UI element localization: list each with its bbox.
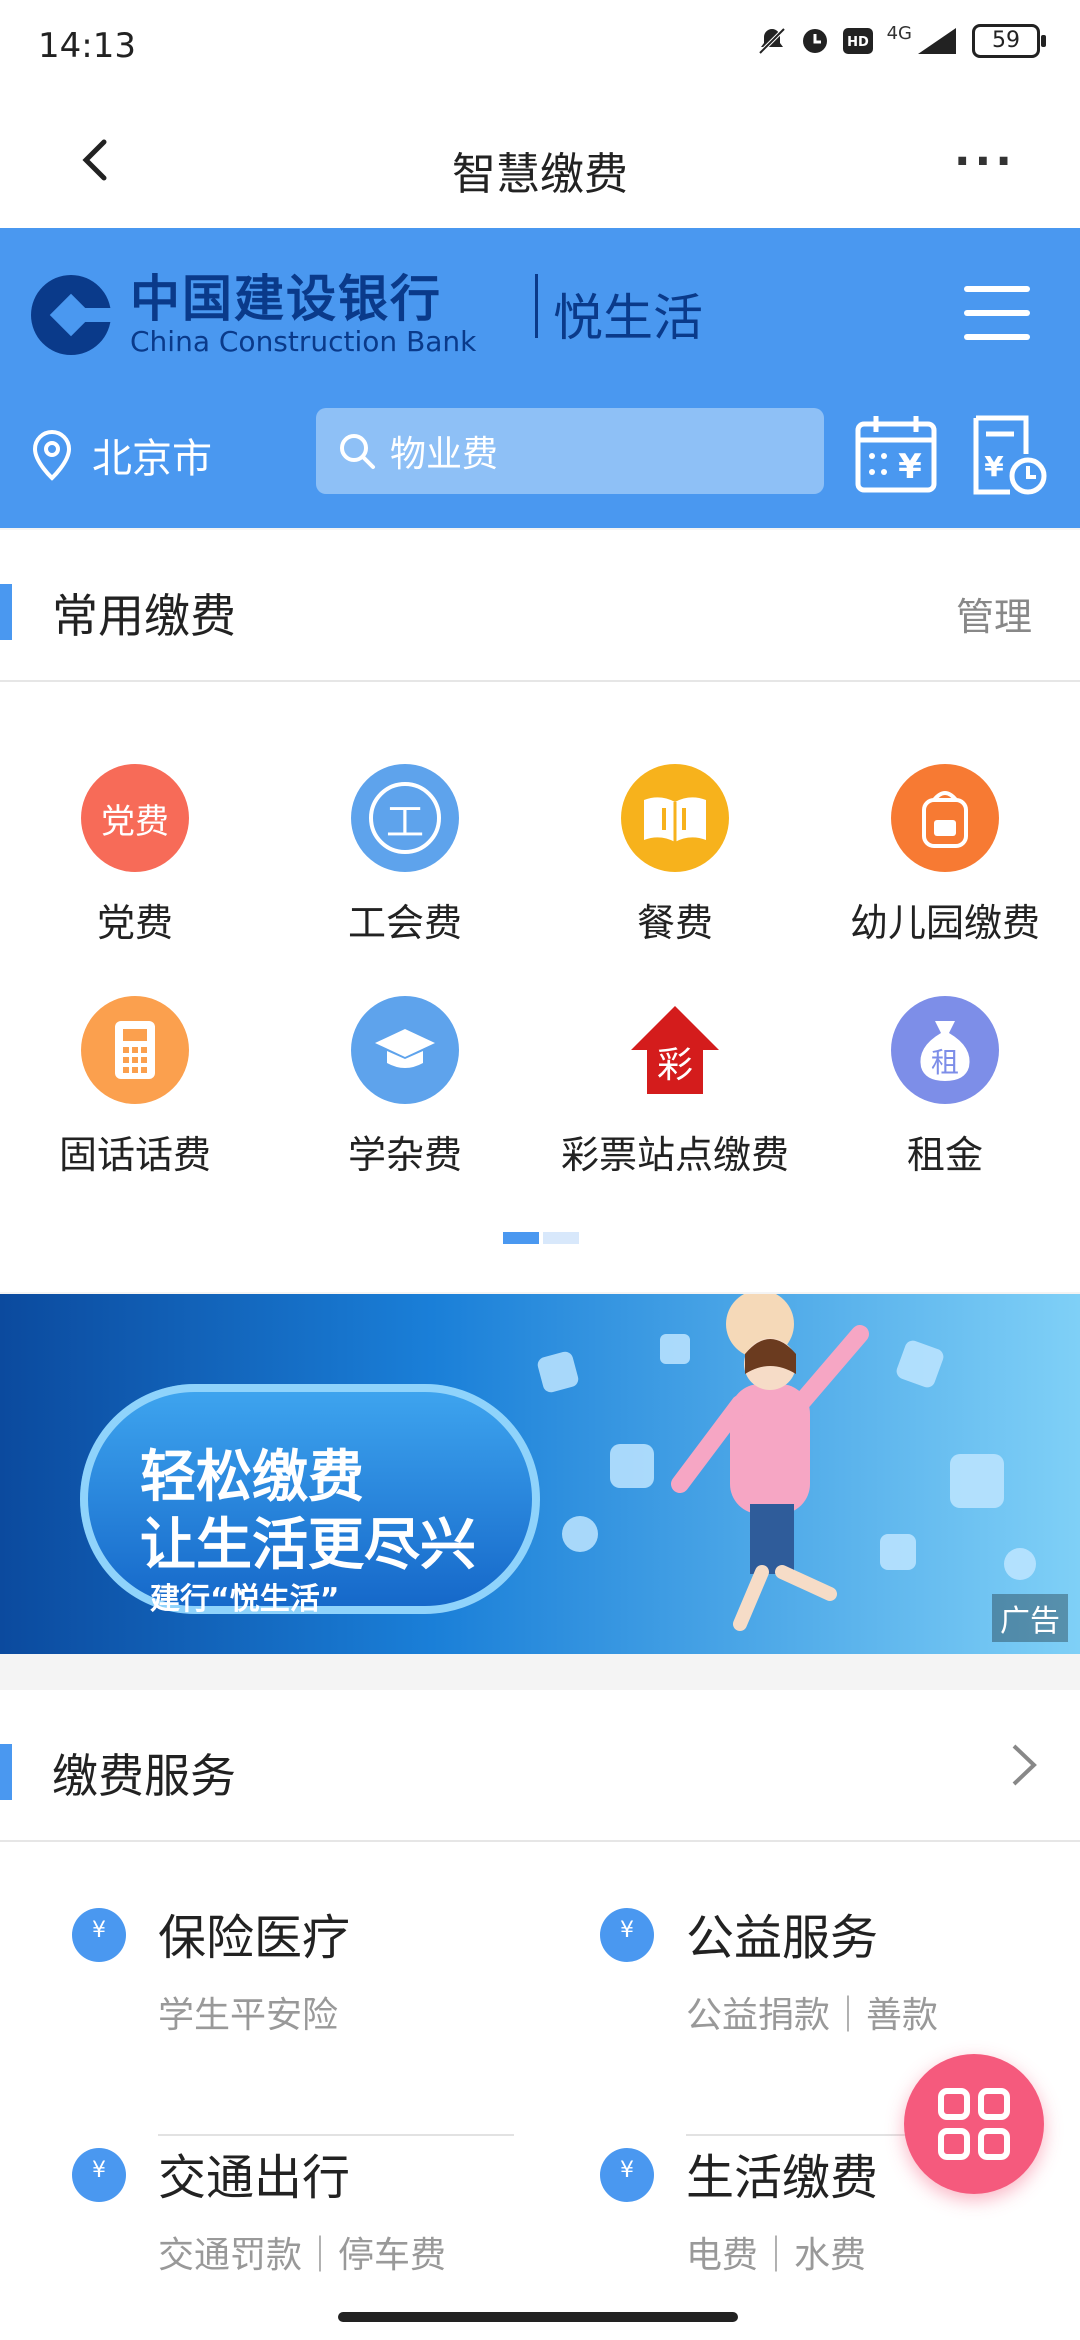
- service-icon: [72, 2148, 126, 2202]
- search-bar[interactable]: 物业费: [316, 408, 824, 494]
- grid-item-kindergarten-fee[interactable]: 幼儿园缴费: [810, 764, 1080, 947]
- service-insurance-medical[interactable]: 保险医疗 学生平安险: [72, 1898, 514, 2158]
- grid-item-meal-fee[interactable]: 餐费: [540, 764, 810, 947]
- party-fee-icon: 党费: [81, 764, 189, 872]
- service-icon: [72, 1908, 126, 1962]
- banner-headline-2: 让生活更尽兴: [140, 1513, 476, 1578]
- lottery-icon: 彩: [621, 996, 729, 1104]
- signal-icon: [918, 28, 956, 54]
- grid-item-rent[interactable]: 租 租金: [810, 996, 1080, 1179]
- meal-fee-icon: [621, 764, 729, 872]
- bank-logo: 中国建设银行 China Construction Bank: [30, 272, 476, 358]
- status-time: 14:13: [38, 26, 136, 66]
- bank-header: 中国建设银行 China Construction Bank 悦生活 北京市 物…: [0, 228, 1080, 528]
- page-indicator: [503, 1232, 579, 1244]
- status-icons: HD 4G 59: [757, 22, 1046, 58]
- section-title: 常用缴费: [52, 589, 236, 643]
- service-subtitle: 电费｜水费: [686, 2235, 867, 2276]
- grid-item-label: 餐费: [636, 901, 713, 945]
- menu-icon[interactable]: [964, 286, 1030, 346]
- page-dot-active: [503, 1232, 539, 1244]
- grid-item-label: 租金: [906, 1133, 983, 1177]
- chevron-right-icon[interactable]: [1004, 1740, 1044, 1790]
- ccb-logo-icon: [31, 275, 112, 355]
- landline-icon: [81, 996, 189, 1104]
- section-title: 缴费服务: [52, 1749, 236, 1803]
- svg-text:¥: ¥: [898, 447, 922, 487]
- payment-calendar-icon[interactable]: ¥: [854, 414, 938, 494]
- grid-item-label: 党费: [96, 901, 173, 945]
- section-accent-bar: [0, 584, 12, 640]
- payment-services-header[interactable]: 缴费服务: [0, 1690, 1080, 1842]
- location-pin-icon: [32, 429, 72, 481]
- page-dot: [543, 1232, 579, 1244]
- section-accent-bar: [0, 1744, 12, 1800]
- payment-history-icon[interactable]: ¥: [970, 414, 1050, 498]
- grid-apps-icon: [938, 2088, 1010, 2160]
- service-icon: [600, 2148, 654, 2202]
- promo-banner[interactable]: 轻松缴费 让生活更尽兴 建行“悦生活” 广告: [0, 1294, 1080, 1654]
- svg-text:HD: HD: [847, 35, 869, 50]
- search-icon: [340, 434, 375, 469]
- kindergarten-icon: [891, 764, 999, 872]
- more-options-button[interactable]: ···: [954, 136, 1016, 187]
- city-label: 北京市: [92, 436, 212, 482]
- grid-item-union-fee[interactable]: 工 工会费: [270, 764, 540, 947]
- home-indicator[interactable]: [338, 2312, 738, 2322]
- network-label: 4G: [886, 22, 912, 44]
- common-payments-header: 常用缴费 管理: [0, 530, 1080, 682]
- tuition-icon: [351, 996, 459, 1104]
- grid-item-landline-fee[interactable]: 固话话费: [0, 996, 270, 1179]
- alarm-icon: [802, 29, 827, 53]
- banner-subtitle: 建行“悦生活”: [150, 1582, 340, 1617]
- grid-item-label: 幼儿园缴费: [849, 901, 1040, 945]
- service-subtitle: 公益捐款｜善款: [686, 1995, 939, 2036]
- bank-name-en: China Construction Bank: [130, 325, 477, 358]
- grid-item-label: 工会费: [347, 901, 462, 945]
- floating-apps-button[interactable]: [904, 2054, 1044, 2194]
- hd-icon: HD: [842, 28, 873, 54]
- search-placeholder: 物业费: [390, 434, 499, 475]
- mute-icon: [758, 27, 786, 55]
- service-icon: [600, 1908, 654, 1962]
- service-title: 公益服务: [686, 1910, 879, 1966]
- page-title: 智慧缴费: [452, 149, 628, 200]
- service-subtitle: 学生平安险: [158, 1995, 339, 2036]
- brand-name: 悦生活: [553, 289, 703, 347]
- common-payments-grid: 党费 党费 工 工会费 餐费 幼儿园缴费 固话话费 学杂费 彩 彩票站点缴费 租…: [0, 682, 1080, 1292]
- logo-divider: [535, 274, 538, 338]
- service-title: 保险医疗: [158, 1910, 351, 1966]
- rent-icon: 租: [891, 996, 999, 1104]
- service-subtitle: 交通罚款｜停车费: [158, 2235, 447, 2276]
- union-fee-icon: 工: [351, 764, 459, 872]
- battery-icon: 59: [972, 24, 1046, 58]
- bank-name-cn: 中国建设银行: [130, 270, 442, 328]
- service-transportation[interactable]: 交通出行 交通罚款｜停车费: [72, 2138, 472, 2318]
- manage-button[interactable]: 管理: [956, 586, 1032, 641]
- grid-item-label: 学杂费: [347, 1133, 462, 1177]
- navigation-bar: 智慧缴费 ···: [0, 96, 1080, 228]
- grid-item-party-fee[interactable]: 党费 党费: [0, 764, 270, 947]
- grid-item-tuition-fee[interactable]: 学杂费: [270, 996, 540, 1179]
- grid-item-label: 固话话费: [58, 1133, 211, 1177]
- grid-item-lottery-fee[interactable]: 彩 彩票站点缴费: [540, 996, 810, 1179]
- svg-text:¥: ¥: [984, 450, 1004, 483]
- city-selector[interactable]: 北京市: [30, 426, 212, 484]
- ad-label: 广告: [992, 1594, 1068, 1642]
- service-title: 生活缴费: [686, 2150, 879, 2206]
- status-bar: 14:13 HD 4G 59: [0, 0, 1080, 96]
- service-divider: [158, 2134, 514, 2136]
- grid-item-label: 彩票站点缴费: [560, 1133, 789, 1177]
- service-title: 交通出行: [158, 2150, 351, 2206]
